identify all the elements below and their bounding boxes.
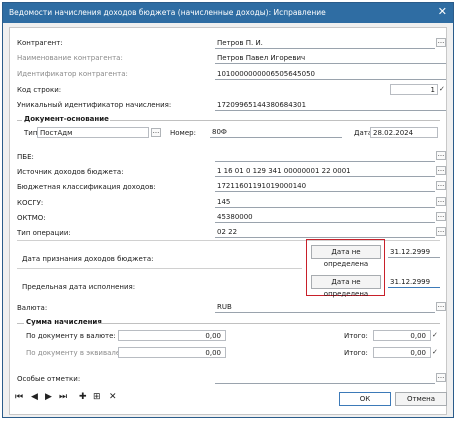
accrual-uid-field[interactable]: 17209965144380684301	[215, 100, 446, 111]
ok-button[interactable]: ОК	[339, 392, 391, 406]
cancel-button[interactable]: Отмена	[395, 392, 447, 406]
checkmark-icon[interactable]: ✓	[432, 331, 438, 339]
counterparty-name-label: Наименование контрагента:	[17, 54, 123, 62]
income-source-field[interactable]: 1 16 01 0 129 341 00000001 22 0001	[215, 166, 435, 177]
recognition-date-label: Дата признания доходов бюджета:	[22, 255, 154, 263]
counterparty-field[interactable]: Петров П. И.	[215, 38, 435, 49]
in-currency-field[interactable]: 0,00	[118, 330, 226, 341]
oktmo-select-button[interactable]: ...	[436, 212, 446, 221]
row-code-field[interactable]: 1	[390, 84, 438, 95]
section-line	[98, 323, 440, 324]
counterparty-id-label: Идентификатор контрагента:	[17, 70, 128, 78]
budget-class-label: Бюджетная классификация доходов:	[17, 183, 156, 191]
currency-field[interactable]: RUB	[215, 302, 435, 313]
section-line	[17, 120, 22, 121]
basis-number-label: Номер:	[170, 129, 196, 137]
deadline-date-undefined-button[interactable]: Дата не определена	[311, 275, 381, 298]
add-copy-icon[interactable]: ⊞	[93, 392, 101, 402]
op-type-label: Тип операции:	[17, 229, 71, 237]
checkmark-icon[interactable]: ✓	[439, 85, 445, 93]
recognition-date-field[interactable]: 31.12.2999	[388, 247, 440, 258]
pbe-field[interactable]	[215, 151, 435, 162]
kosgu-field[interactable]: 145	[215, 197, 435, 208]
basis-number-field[interactable]: 80Ф	[210, 127, 342, 138]
notes-label: Особые отметки:	[17, 375, 81, 383]
last-record-icon[interactable]: ⏭	[59, 392, 67, 402]
op-type-select-button[interactable]: ...	[436, 227, 446, 236]
pbe-label: ПБЕ:	[17, 153, 34, 161]
budget-class-field[interactable]: 17211601191019000140	[215, 181, 435, 192]
total-field: 0,00	[373, 347, 431, 358]
first-record-icon[interactable]: ⏮	[15, 392, 23, 402]
window-title: Ведомости начисления доходов бюджета (на…	[9, 8, 326, 17]
notes-field[interactable]	[215, 373, 435, 384]
section-line	[17, 323, 24, 324]
deadline-date-label: Предельная дата исполнения:	[22, 283, 136, 291]
currency-select-button[interactable]: ...	[436, 302, 446, 311]
basis-date-field[interactable]: 28.02.2024	[370, 127, 438, 138]
form-body: Контрагент: Петров П. И. ... Наименовани…	[9, 27, 447, 415]
income-source-select-button[interactable]: ...	[436, 166, 446, 175]
row-code-label: Код строки:	[17, 86, 62, 94]
equivalent-field: 0,00	[118, 347, 226, 358]
counterparty-name-field: Петров Павел Игоревич	[215, 53, 446, 64]
counterparty-label: Контрагент:	[17, 39, 63, 47]
deadline-date-field[interactable]: 31.12.2999	[388, 277, 440, 288]
prev-record-icon[interactable]: ◀	[31, 392, 38, 402]
basis-section-title: Документ-основание	[24, 115, 109, 123]
counterparty-id-field: 1010000000006505645050	[215, 69, 446, 80]
kosgu-label: КОСГУ:	[17, 199, 44, 207]
total-label: Итого:	[344, 332, 368, 340]
counterparty-select-button[interactable]: ...	[436, 38, 446, 47]
accrual-uid-label: Уникальный идентификатор начисления:	[17, 101, 172, 109]
section-line	[110, 120, 440, 121]
next-record-icon[interactable]: ▶	[45, 392, 52, 402]
close-icon[interactable]: ✕	[438, 6, 447, 18]
oktmo-label: ОКТМО:	[17, 214, 46, 222]
delete-icon[interactable]: ✕	[109, 392, 117, 402]
basis-type-field[interactable]: ПостАдм	[37, 127, 149, 138]
basis-type-select-button[interactable]: ...	[151, 128, 161, 137]
checkmark-icon[interactable]: ✓	[432, 348, 438, 356]
kosgu-select-button[interactable]: ...	[436, 197, 446, 206]
in-currency-label: По документу в валюте:	[26, 332, 116, 340]
budget-class-select-button[interactable]: ...	[436, 181, 446, 190]
income-source-label: Источник доходов бюджета:	[17, 168, 124, 176]
notes-select-button[interactable]: ...	[436, 373, 446, 382]
dialog-window: Ведомости начисления доходов бюджета (на…	[2, 2, 454, 418]
sum-section-title: Сумма начисления	[26, 318, 102, 326]
total-label: Итого:	[344, 349, 368, 357]
oktmo-field[interactable]: 45380000	[215, 212, 435, 223]
pbe-select-button[interactable]: ...	[436, 151, 446, 160]
add-icon[interactable]: ✚	[79, 392, 87, 402]
divider	[17, 268, 302, 269]
title-bar: Ведомости начисления доходов бюджета (на…	[3, 3, 453, 23]
recognition-date-undefined-button[interactable]: Дата не определена	[311, 245, 381, 268]
op-type-field[interactable]: 02 22	[215, 227, 435, 238]
currency-label: Валюта:	[17, 304, 48, 312]
total-field: 0,00	[373, 330, 431, 341]
